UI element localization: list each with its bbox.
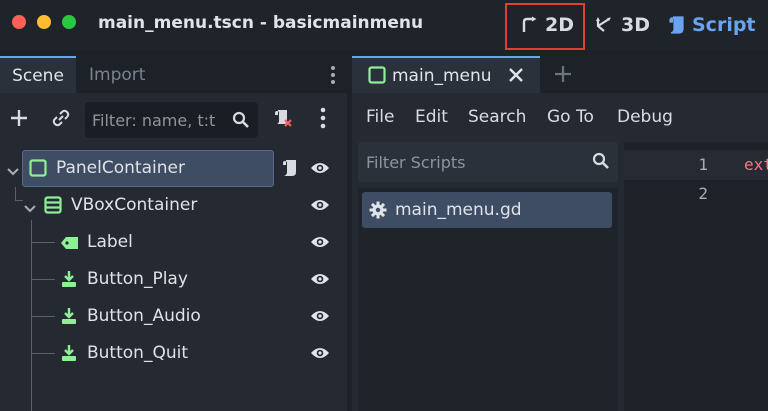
label-node-icon [60, 235, 80, 254]
scene-tab-bar: main_menu [352, 56, 768, 93]
dock-menu-icon[interactable] [330, 66, 336, 84]
scene-dock: Scene Import Filter: name, t:t PanelCont… [0, 56, 347, 411]
vbox-container-icon [44, 196, 62, 218]
visibility-eye-icon[interactable] [310, 308, 330, 328]
tree-node-label: Label [87, 232, 133, 252]
chevron-down-icon[interactable] [24, 199, 36, 218]
button-node-icon [60, 307, 78, 329]
node-filter [85, 102, 258, 138]
script-item-label: main_menu.gd [395, 200, 522, 220]
script-items-list: main_menu.gd [358, 188, 618, 411]
code-line: 2 [624, 179, 768, 209]
minimize-window-button[interactable] [37, 15, 51, 29]
menu-edit[interactable]: Edit [415, 107, 448, 127]
tab-label: main_menu [392, 66, 492, 86]
detach-script-button[interactable] [270, 107, 296, 133]
instance-scene-button[interactable] [48, 107, 74, 133]
menu-search[interactable]: Search [468, 107, 526, 127]
script-item-main-menu-gd[interactable]: main_menu.gd [362, 192, 612, 228]
tree-node-label-node[interactable]: Label [0, 224, 347, 261]
add-tab-icon[interactable] [553, 64, 573, 88]
tree-node-vboxcontainer[interactable]: VBoxContainer [0, 187, 347, 224]
line-number: 2 [698, 184, 708, 203]
chevron-down-icon[interactable] [7, 162, 19, 181]
add-node-button[interactable] [6, 107, 32, 133]
visibility-eye-icon[interactable] [310, 234, 330, 254]
maximize-window-button[interactable] [62, 15, 76, 29]
close-icon[interactable] [508, 67, 524, 87]
script-remove-icon [272, 107, 294, 133]
mode-3d-label: 3D [621, 14, 650, 36]
script-list-panel: main_menu.gd [358, 142, 618, 411]
mode-script-button[interactable]: Script [668, 12, 756, 38]
close-window-button[interactable] [12, 15, 26, 29]
scene-options-button[interactable] [310, 107, 336, 133]
tree-node-button-play[interactable]: Button_Play [0, 261, 347, 298]
gear-icon [369, 201, 387, 223]
script-filter [358, 142, 618, 182]
script-editor-area: main_menu File Edit Search Go To Debug F… [352, 56, 768, 411]
script-menubar: File Edit Search Go To Debug [352, 98, 768, 138]
menu-file[interactable]: File [366, 107, 394, 127]
search-icon [592, 152, 610, 174]
tab-scene[interactable]: Scene [0, 56, 76, 93]
tree-node-label: Button_Audio [87, 306, 201, 326]
code-line: 1 ext [624, 150, 768, 180]
button-node-icon [60, 270, 78, 292]
code-text: ext [744, 155, 768, 174]
highlight-box-2d [505, 3, 585, 50]
panel-container-icon [29, 159, 47, 181]
attached-script-icon[interactable] [280, 158, 300, 182]
script-filter-input[interactable] [366, 151, 566, 173]
tree-node-button-quit[interactable]: Button_Quit [0, 335, 347, 372]
visibility-eye-icon[interactable] [310, 271, 330, 291]
button-node-icon [60, 344, 78, 366]
tree-node-panelcontainer[interactable]: PanelContainer [0, 150, 347, 187]
plus-icon [9, 108, 29, 132]
3d-mode-icon [595, 16, 615, 34]
tab-main-menu[interactable]: main_menu [352, 56, 540, 93]
tree-node-label: Button_Quit [87, 343, 188, 363]
search-icon [232, 111, 250, 133]
tab-import[interactable]: Import [89, 56, 145, 93]
tree-node-label: VBoxContainer [71, 195, 198, 215]
panel-container-icon [368, 66, 386, 88]
link-icon [51, 108, 71, 132]
title-bar: main_menu.tscn - basicmainmenu 2D 3D Scr… [0, 0, 768, 50]
kebab-menu-icon [320, 107, 326, 133]
node-filter-input[interactable] [92, 109, 230, 131]
tree-node-button-audio[interactable]: Button_Audio [0, 298, 347, 335]
line-number: 1 [698, 155, 708, 174]
code-editor[interactable]: 1 ext 2 [624, 142, 768, 411]
dock-tab-bar: Scene Import [0, 56, 347, 93]
visibility-eye-icon[interactable] [310, 197, 330, 217]
window-title: main_menu.tscn - basicmainmenu [98, 13, 424, 33]
mode-3d-button[interactable]: 3D [595, 12, 650, 38]
visibility-eye-icon[interactable] [310, 160, 330, 180]
scene-toolbar [0, 98, 347, 142]
tree-node-label: Button_Play [87, 269, 188, 289]
mode-script-label: Script [692, 14, 756, 36]
script-mode-icon [668, 15, 686, 35]
tree-node-label: PanelContainer [56, 158, 185, 178]
menu-debug[interactable]: Debug [617, 107, 673, 127]
visibility-eye-icon[interactable] [310, 345, 330, 365]
menu-go-to[interactable]: Go To [547, 107, 594, 127]
